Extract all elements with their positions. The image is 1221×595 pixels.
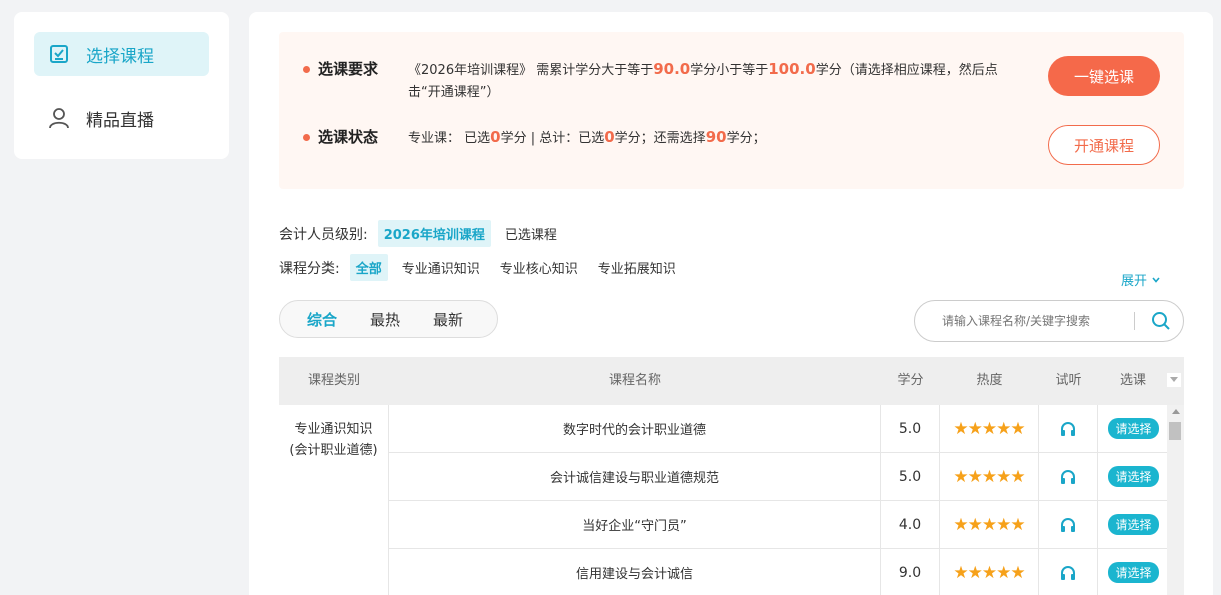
headphones-icon[interactable] [1039,453,1098,500]
open-course-button[interactable]: 开通课程 [1048,125,1160,165]
category-filter: 课程分类: 全部 专业通识知识 专业核心知识 专业拓展知识 [279,254,690,281]
select-cell: 请选择 [1098,501,1169,548]
level-option-selected[interactable]: 已选课程 [499,220,563,247]
search-box [914,300,1184,342]
status-text-part: 学分；还需选择 [614,131,706,146]
course-name: 当好企业“守门员” [389,501,881,548]
needed-credits: 90 [705,128,727,146]
dropdown-arrow-icon[interactable] [1167,373,1181,387]
sidebar-item-select-course[interactable]: 选择课程 [34,32,209,76]
headphones-icon[interactable] [1039,501,1098,548]
category-cell: 专业通识知识 (会计职业道德) [279,405,389,595]
select-cell: 请选择 [1098,549,1169,595]
course-credits: 9.0 [881,549,940,595]
rating-stars: ★★★★★ [940,453,1039,500]
rating-stars: ★★★★★ [940,501,1039,548]
header-select: 选课 [1119,373,1146,388]
level-filter-label: 会计人员级别: [279,226,368,243]
sort-tabs: 综合 最热 最新 [279,300,498,338]
user-icon [48,107,70,129]
select-course-button[interactable]: 请选择 [1108,418,1159,439]
category-option-extended[interactable]: 专业拓展知识 [592,254,682,281]
select-course-button[interactable]: 请选择 [1108,466,1159,487]
header-category: 课程类别 [307,373,360,388]
rating-stars: ★★★★★ [940,549,1039,595]
select-course-button[interactable]: 请选择 [1108,514,1159,535]
course-name: 数字时代的会计职业道德 [389,405,881,452]
course-credits: 5.0 [881,453,940,500]
search-icon[interactable] [1151,311,1171,331]
headphones-icon[interactable] [1039,549,1098,595]
sidebar: 选择课程 精品直播 [14,12,229,159]
requirement-text-part: 《2026年培训课程》 需累计学分大于等于 [408,63,654,78]
select-course-button[interactable]: 请选择 [1108,562,1159,583]
sidebar-item-label: 选择课程 [86,46,154,67]
select-cell: 请选择 [1098,453,1169,500]
category-option-all[interactable]: 全部 [349,254,388,281]
status-row: 选课状态 专业课： 已选0学分 | 总计：已选0学分；还需选择90学分； [303,126,1028,150]
category-filter-label: 课程分类: [279,260,340,277]
selected-total-credits: 0 [604,128,615,146]
course-credits: 4.0 [881,501,940,548]
sort-tab-newest[interactable]: 最新 [433,309,463,330]
header-name: 课程名称 [608,373,661,388]
min-credits: 90.0 [653,60,691,78]
checklist-icon [48,43,70,65]
table-scrollbar[interactable] [1167,405,1184,595]
search-divider [1134,312,1135,330]
sidebar-item-label: 精品直播 [86,110,154,131]
sort-tab-overall[interactable]: 综合 [307,309,337,330]
requirement-box: 选课要求 《2026年培训课程》 需累计学分大于等于90.0学分小于等于100.… [279,32,1184,189]
header-popularity: 热度 [976,373,1003,388]
status-text-part: 学分； [726,131,766,146]
status-text-part: 专业课： 已选 [408,131,491,146]
course-credits: 5.0 [881,405,940,452]
bullet-dot [303,134,310,141]
category-option-general[interactable]: 专业通识知识 [396,254,486,281]
scroll-up-arrow-icon[interactable] [1172,409,1180,414]
table-header: 课程类别 课程名称 学分 热度 试听 选课 [279,357,1184,405]
sidebar-item-live[interactable]: 精品直播 [34,96,209,140]
requirement-label: 选课要求 [318,60,379,78]
table-row: 数字时代的会计职业道德 5.0 ★★★★★ 请选择 [389,405,1169,453]
table-row: 信用建设与会计诚信 9.0 ★★★★★ 请选择 [389,549,1169,595]
level-option-2026[interactable]: 2026年培训课程 [377,220,491,247]
requirement-text: 《2026年培训课程》 需累计学分大于等于90.0学分小于等于100.0学分（请… [408,58,1028,104]
status-label: 选课状态 [318,128,379,146]
headphones-icon[interactable] [1039,405,1098,452]
expand-label: 展开 [1121,274,1148,289]
course-table: 课程类别 课程名称 学分 热度 试听 选课 专业通识知识 (会计职业道德) 数字时… [279,357,1184,595]
expand-toggle[interactable]: 展开 [1121,270,1161,289]
status-text-part: 学分 | 总计：已选 [500,131,605,146]
chevron-down-icon [1151,275,1161,285]
course-name: 会计诚信建设与职业道德规范 [389,453,881,500]
status-text: 专业课： 已选0学分 | 总计：已选0学分；还需选择90学分； [408,126,1028,150]
bullet-dot [303,66,310,73]
one-click-select-button[interactable]: 一键选课 [1048,56,1160,96]
table-row: 当好企业“守门员” 4.0 ★★★★★ 请选择 [389,501,1169,549]
main-panel: 选课要求 《2026年培训课程》 需累计学分大于等于90.0学分小于等于100.… [249,12,1213,595]
select-cell: 请选择 [1098,405,1169,452]
level-filter: 会计人员级别: 2026年培训课程 已选课程 [279,220,571,247]
max-credits: 100.0 [768,60,816,78]
table-row: 会计诚信建设与职业道德规范 5.0 ★★★★★ 请选择 [389,453,1169,501]
course-name: 信用建设与会计诚信 [389,549,881,595]
search-input[interactable] [942,314,1142,328]
selected-major-credits: 0 [490,128,501,146]
scroll-thumb[interactable] [1169,422,1181,440]
rating-stars: ★★★★★ [940,405,1039,452]
requirement-text-part: 学分小于等于 [690,63,769,78]
header-credits: 学分 [897,373,924,388]
sort-tab-hottest[interactable]: 最热 [370,309,400,330]
category-option-core[interactable]: 专业核心知识 [494,254,584,281]
header-preview: 试听 [1055,373,1082,388]
requirement-row: 选课要求 《2026年培训课程》 需累计学分大于等于90.0学分小于等于100.… [303,58,1028,104]
